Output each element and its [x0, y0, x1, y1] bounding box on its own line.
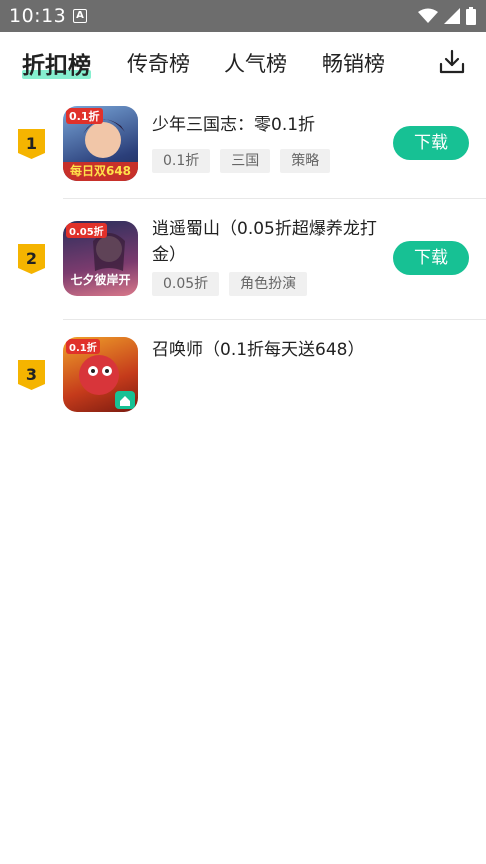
divider — [63, 319, 486, 320]
tag-list: 0.1折 三国 策略 — [152, 149, 331, 173]
app-icon[interactable]: 0.05折 七夕彼岸开 — [63, 221, 138, 296]
tab-legend[interactable]: 传奇榜 — [127, 48, 190, 78]
rank-number: 3 — [25, 365, 38, 384]
notification-a-icon: A — [73, 9, 87, 23]
tab-discount[interactable]: 折扣榜 — [22, 46, 91, 80]
tag: 0.05折 — [152, 272, 220, 296]
wifi-icon — [418, 8, 438, 23]
download-manager-icon[interactable] — [438, 48, 466, 76]
status-time: 10:13 — [9, 5, 67, 27]
icon-discount-badge: 0.05折 — [66, 223, 107, 238]
app-title[interactable]: 逍遥蜀山（0.05折超爆养龙打金） — [152, 216, 377, 268]
icon-caption: 每日双648 — [69, 164, 132, 178]
app-title[interactable]: 少年三国志：零0.1折 — [152, 112, 377, 138]
app-icon[interactable]: 0.1折 每日双648 — [63, 106, 138, 181]
app-title[interactable]: 召唤师（0.1折每天送648） — [152, 337, 377, 363]
tag: 三国 — [220, 149, 271, 173]
status-bar: 10:13 A — [0, 0, 486, 32]
tab-bestseller[interactable]: 畅销榜 — [322, 48, 385, 78]
tag: 角色扮演 — [229, 272, 308, 296]
divider — [63, 198, 486, 199]
rank-number: 1 — [25, 134, 38, 153]
icon-discount-badge: 0.1折 — [66, 339, 100, 354]
system-icons — [418, 7, 476, 25]
battery-icon — [466, 7, 476, 25]
icon-discount-badge: 0.1折 — [66, 108, 103, 124]
signal-icon — [444, 8, 460, 24]
download-button[interactable]: 下载 — [393, 126, 469, 160]
tag: 策略 — [280, 149, 331, 173]
icon-caption: 七夕彼岸开 — [70, 273, 131, 287]
ranking-tabs: 折扣榜 传奇榜 人气榜 畅销榜 — [0, 32, 486, 94]
tag: 0.1折 — [152, 149, 211, 173]
tag-list: 0.05折 角色扮演 — [152, 272, 308, 296]
rank-number: 2 — [25, 249, 38, 268]
tab-popular[interactable]: 人气榜 — [224, 48, 287, 78]
download-button[interactable]: 下载 — [393, 241, 469, 275]
app-icon[interactable]: 0.1折 — [63, 337, 138, 412]
